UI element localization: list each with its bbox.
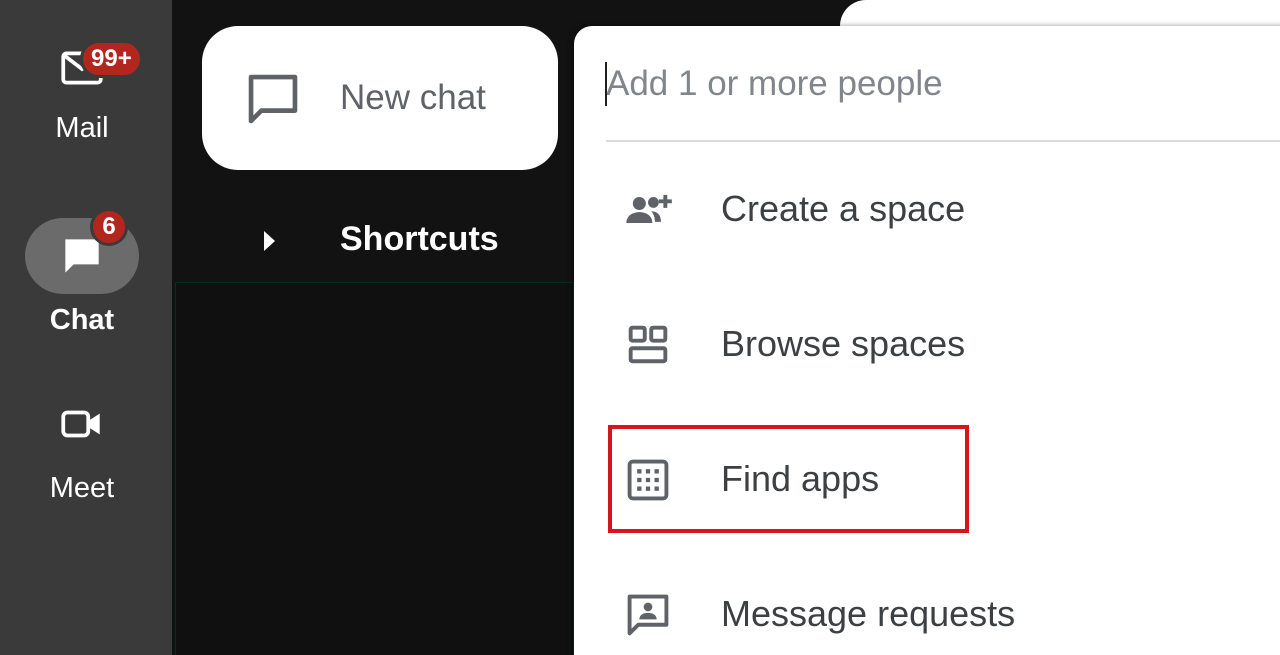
video-camera-icon (61, 410, 100, 438)
rail-label-meet: Meet (49, 472, 115, 504)
menu-item-label: Find apps (721, 458, 880, 499)
new-chat-menu: Create a space Browse spaces Find apps (574, 26, 1280, 655)
menu-divider (606, 140, 1280, 142)
conversation-list-panel (175, 282, 574, 655)
mail-unread-badge: 99+ (80, 40, 143, 78)
rail-item-mail[interactable]: 99+ Mail (0, 30, 172, 170)
left-rail: 99+ Mail 6 Chat Meet (0, 0, 172, 655)
meet-icon-wrap (25, 386, 139, 462)
menu-item-label: Create a space (721, 188, 966, 229)
rail-label-mail: Mail (55, 112, 109, 144)
add-people-input[interactable] (606, 56, 1266, 112)
menu-item-create-space[interactable]: Create a space (606, 154, 1280, 264)
message-request-icon (627, 594, 669, 636)
menu-item-label: Message requests (721, 593, 1016, 634)
rail-label-chat: Chat (49, 304, 115, 336)
new-chat-icon (248, 74, 298, 124)
shortcuts-section-toggle[interactable]: Shortcuts (240, 216, 570, 266)
menu-item-browse-spaces[interactable]: Browse spaces (606, 289, 1280, 399)
group-add-icon (626, 194, 672, 223)
new-chat-button[interactable]: New chat (202, 26, 558, 170)
browse-grid-icon (628, 325, 668, 364)
chat-unread-badge: 6 (90, 208, 128, 246)
menu-item-label: Browse spaces (721, 323, 966, 364)
rail-item-chat[interactable]: 6 Chat (0, 208, 172, 358)
menu-item-message-requests[interactable]: Message requests (606, 559, 1280, 655)
menu-item-find-apps[interactable]: Find apps (606, 424, 1280, 534)
top-search-bar-edge (840, 0, 1280, 26)
chat-app: 99+ Mail 6 Chat Meet New chat Shortcuts … (0, 0, 1280, 655)
new-chat-label: New chat (340, 78, 486, 117)
rail-item-meet[interactable]: Meet (0, 386, 172, 526)
text-cursor (605, 62, 607, 106)
shortcuts-label: Shortcuts (340, 220, 499, 258)
caret-right-icon (264, 231, 275, 251)
apps-grid-icon (627, 459, 669, 501)
